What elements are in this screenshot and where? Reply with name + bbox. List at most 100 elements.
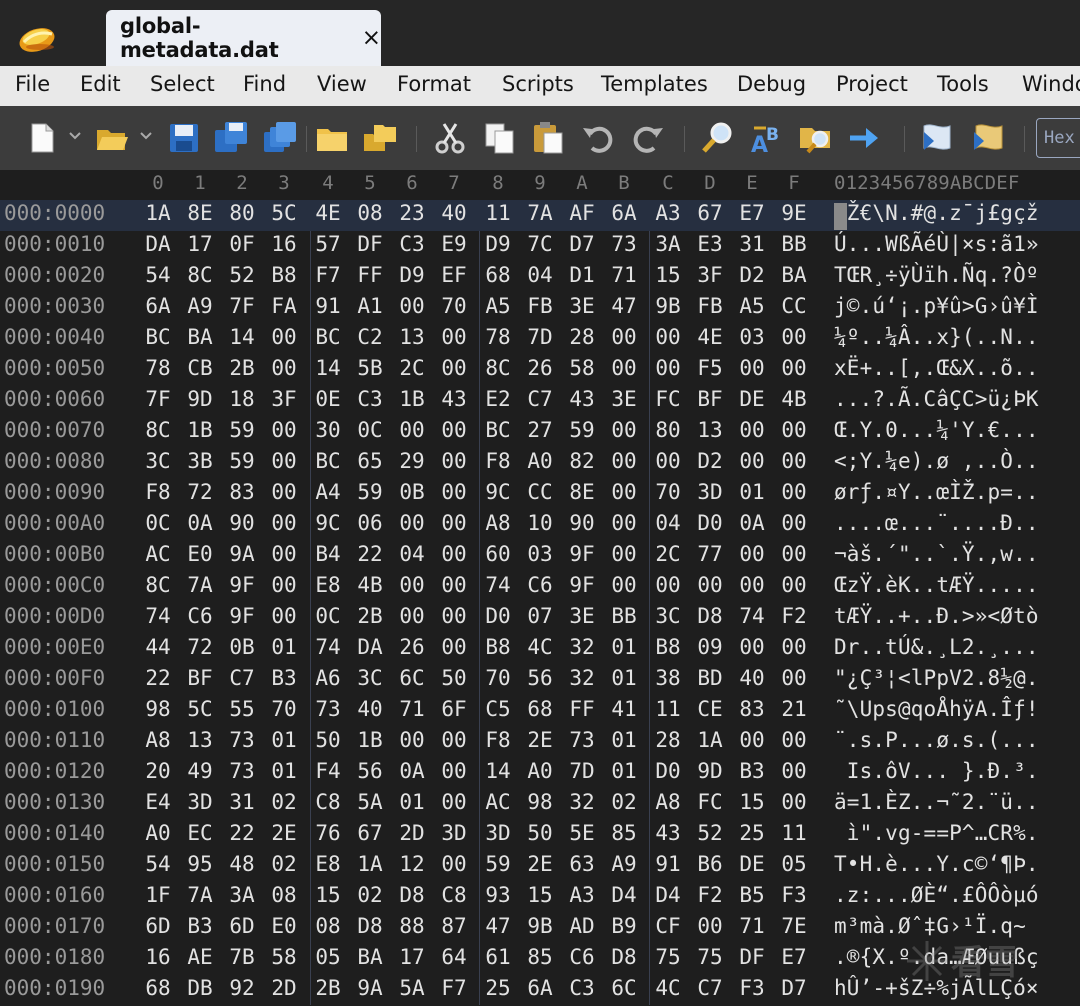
hex-byte[interactable]: 71 xyxy=(731,914,773,938)
hex-byte[interactable]: 00 xyxy=(773,635,815,659)
hex-byte[interactable]: 82 xyxy=(561,449,603,473)
hex-byte[interactable]: 3A xyxy=(221,883,263,907)
hex-byte[interactable]: 00 xyxy=(773,449,815,473)
ascii-text[interactable]: <;Y.¼e).ø ‚..Ò.. xyxy=(834,449,1039,473)
hex-byte[interactable]: 03 xyxy=(519,542,561,566)
hex-byte[interactable]: 4B xyxy=(349,573,391,597)
menu-select[interactable]: Select xyxy=(150,72,215,96)
hex-byte[interactable]: 9A xyxy=(349,976,391,1000)
hex-byte[interactable]: D8 xyxy=(603,945,645,969)
hex-byte[interactable]: 8C xyxy=(179,263,221,287)
hex-byte[interactable]: 13 xyxy=(689,418,731,442)
hex-byte[interactable]: 43 xyxy=(561,387,603,411)
hex-byte[interactable]: 2B xyxy=(221,356,263,380)
hex-byte[interactable]: 00 xyxy=(433,418,475,442)
hex-byte[interactable]: B9 xyxy=(603,914,645,938)
ascii-text[interactable]: ì".vg-==P^…CR%. xyxy=(834,821,1039,845)
hex-byte[interactable]: 58 xyxy=(263,945,305,969)
hex-byte[interactable]: 64 xyxy=(433,945,475,969)
hex-byte[interactable]: A5 xyxy=(731,294,773,318)
hex-byte[interactable]: 83 xyxy=(221,480,263,504)
hex-byte[interactable]: 71 xyxy=(391,697,433,721)
hex-byte[interactable]: 29 xyxy=(391,449,433,473)
hex-byte[interactable]: 32 xyxy=(561,635,603,659)
hex-byte[interactable]: 00 xyxy=(263,604,305,628)
hex-byte[interactable]: 28 xyxy=(647,728,689,752)
hex-byte[interactable]: C6 xyxy=(179,604,221,628)
hex-byte[interactable]: 15 xyxy=(307,883,349,907)
hex-byte[interactable]: C7 xyxy=(221,666,263,690)
hex-byte[interactable]: A8 xyxy=(137,728,179,752)
hex-byte[interactable]: 1B xyxy=(391,387,433,411)
hex-byte[interactable]: 02 xyxy=(349,883,391,907)
hex-byte[interactable]: BB xyxy=(603,604,645,628)
hex-byte[interactable]: 1A xyxy=(349,852,391,876)
hex-byte[interactable]: D0 xyxy=(477,604,519,628)
menu-window[interactable]: Windo xyxy=(1022,72,1080,96)
hex-byte[interactable]: 32 xyxy=(561,666,603,690)
hex-byte[interactable]: 78 xyxy=(477,325,519,349)
hex-byte[interactable]: CE xyxy=(689,697,731,721)
hex-byte[interactable]: 00 xyxy=(433,759,475,783)
ascii-text[interactable]: ¨.s.P...ø.s.(... xyxy=(834,728,1039,752)
hex-byte[interactable]: 26 xyxy=(391,635,433,659)
hex-byte[interactable]: 00 xyxy=(603,325,645,349)
hex-byte[interactable]: 44 xyxy=(137,635,179,659)
hex-byte[interactable]: 00 xyxy=(773,666,815,690)
hex-byte[interactable]: 0A xyxy=(731,511,773,535)
hex-byte[interactable]: D7 xyxy=(561,232,603,256)
hex-byte[interactable]: 3D xyxy=(477,821,519,845)
hex-byte[interactable]: 3F xyxy=(263,387,305,411)
hex-byte[interactable]: 2D xyxy=(391,821,433,845)
hex-byte[interactable]: 6C xyxy=(603,976,645,1000)
hex-byte[interactable]: 54 xyxy=(137,263,179,287)
hex-byte[interactable]: F2 xyxy=(689,883,731,907)
hex-byte[interactable]: 93 xyxy=(477,883,519,907)
hex-byte[interactable]: 74 xyxy=(137,604,179,628)
hex-byte[interactable]: 3D xyxy=(433,821,475,845)
ascii-text[interactable]: ä=1.ÈZ..¬˜2.¨ü.. xyxy=(834,790,1039,814)
hex-byte[interactable]: FC xyxy=(689,790,731,814)
hex-byte[interactable]: 00 xyxy=(731,728,773,752)
hex-byte[interactable]: A6 xyxy=(307,666,349,690)
hex-byte[interactable]: 3B xyxy=(179,449,221,473)
hex-byte[interactable]: 00 xyxy=(647,356,689,380)
ascii-text[interactable]: ørƒ.¤Y..œÌŽ.p=.. xyxy=(834,480,1039,504)
hex-byte[interactable]: C6 xyxy=(519,573,561,597)
hex-byte[interactable]: 00 xyxy=(773,728,815,752)
hex-byte[interactable]: 1A xyxy=(689,728,731,752)
hex-byte[interactable]: C3 xyxy=(561,976,603,1000)
hex-byte[interactable]: 00 xyxy=(731,449,773,473)
hex-byte[interactable]: E9 xyxy=(433,232,475,256)
hex-byte[interactable]: 3E xyxy=(561,604,603,628)
hex-byte[interactable]: D0 xyxy=(689,511,731,535)
hex-byte[interactable]: 01 xyxy=(603,635,645,659)
hex-byte[interactable]: 74 xyxy=(477,573,519,597)
ascii-text[interactable]: tÆŸ..+..Ð.>»<Øtò xyxy=(834,604,1039,628)
hex-byte[interactable]: 00 xyxy=(433,325,475,349)
hex-byte[interactable]: E2 xyxy=(477,387,519,411)
hex-mode-button[interactable]: Hex xyxy=(1036,118,1080,158)
hex-byte[interactable]: 2D xyxy=(263,976,305,1000)
hex-byte[interactable]: 00 xyxy=(647,325,689,349)
hex-byte[interactable]: A0 xyxy=(519,759,561,783)
hex-byte[interactable]: C6 xyxy=(561,945,603,969)
hex-byte[interactable]: FC xyxy=(647,387,689,411)
hex-byte[interactable]: 4E xyxy=(307,201,349,225)
hex-byte[interactable]: 31 xyxy=(731,232,773,256)
hex-byte[interactable]: 0A xyxy=(391,759,433,783)
hex-byte[interactable]: 22 xyxy=(221,821,263,845)
hex-byte[interactable]: 0B xyxy=(391,480,433,504)
ascii-text[interactable]: ....œ...¨....Ð.. xyxy=(834,511,1039,535)
hex-byte[interactable]: 9B xyxy=(519,914,561,938)
hex-byte[interactable]: FF xyxy=(349,263,391,287)
hex-byte[interactable]: 55 xyxy=(221,697,263,721)
hex-byte[interactable]: F8 xyxy=(137,480,179,504)
hex-byte[interactable]: 00 xyxy=(731,635,773,659)
hex-byte[interactable]: CC xyxy=(773,294,815,318)
hex-byte[interactable]: 9C xyxy=(307,511,349,535)
hex-byte[interactable]: 92 xyxy=(221,976,263,1000)
hex-byte[interactable]: 31 xyxy=(221,790,263,814)
hex-byte[interactable]: 8E xyxy=(179,201,221,225)
hex-byte[interactable]: 00 xyxy=(391,511,433,535)
